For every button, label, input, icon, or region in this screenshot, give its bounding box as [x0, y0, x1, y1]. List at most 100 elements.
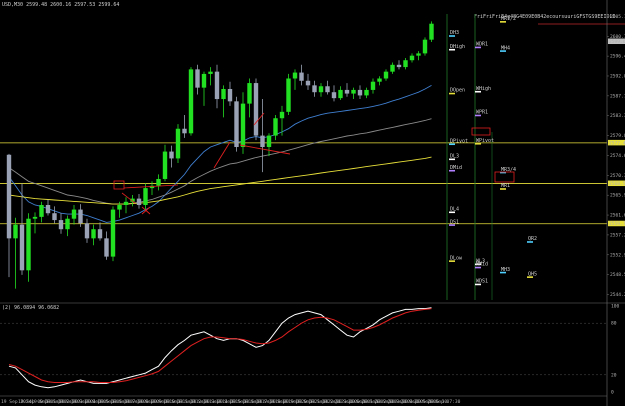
candle-body: [52, 213, 57, 221]
level-label: MR1/2: [501, 16, 516, 22]
candle-body: [104, 238, 109, 257]
annotation-arrow: [121, 192, 136, 204]
candle-body: [201, 73, 207, 88]
candle-body: [117, 205, 122, 210]
candle-body: [175, 128, 181, 159]
indicator-tick-label: 80: [611, 321, 617, 327]
price-tick-label: 2552.90: [610, 252, 625, 258]
price-tick-label: 2544.20: [610, 292, 625, 298]
level-label: WDR1: [476, 42, 488, 48]
candle-body: [39, 205, 44, 217]
candle-body: [299, 72, 304, 81]
indicator-line: [8, 307, 432, 389]
candle-body: [162, 151, 168, 179]
level-label: MR1: [501, 183, 510, 189]
price-tick-label: 2565.95: [610, 193, 625, 199]
candle-body: [279, 111, 285, 119]
candle-body: [344, 89, 350, 94]
time-axis: 19 Sep 202419 Sep 00:3019 Sep 01:3019 Se…: [1, 399, 461, 405]
indicator-line: [8, 308, 432, 383]
price-tick-label: 2557.25: [610, 232, 625, 238]
price-highlight-label: 2568.5: [609, 181, 625, 187]
level-label: WHigh: [476, 86, 491, 92]
top-right-text: FriFriFriE4g48G4E09E0B42ecoursuuriGFSTGS…: [474, 14, 615, 20]
candle-body: [32, 216, 38, 219]
price-highlight-label: 2559.7: [609, 221, 625, 227]
candle-body: [338, 89, 343, 99]
candle-body: [110, 209, 116, 257]
price-tick-label: 2548.55: [610, 272, 625, 278]
price-tick-label: 2561.60: [610, 213, 625, 219]
candle-body: [357, 89, 363, 96]
level-label: DPivot: [450, 138, 468, 144]
level-labels: DH3 MR1/2 DHigh WDR1 MH4 DOpen WHigh WPR1 DPivot…: [449, 16, 537, 286]
candle-body: [143, 188, 148, 206]
candle-body: [325, 86, 330, 93]
price-tick-label: 2605.10: [610, 14, 625, 20]
time-tick-label: 20 Sep 07:30: [427, 399, 460, 405]
candle-body: [123, 201, 129, 206]
candle-body: [156, 178, 161, 186]
price-highlight-label: 2577.4: [609, 140, 625, 146]
candle-body: [422, 39, 428, 54]
moving-average-line: [8, 156, 432, 205]
indicator-header: (2) 96.0894 96.0682: [2, 305, 59, 311]
candle-body: [416, 53, 421, 56]
price-highlight-label: 2599.6: [609, 39, 625, 45]
candle-body: [370, 81, 376, 90]
price-tick-label: 2587.70: [610, 93, 625, 99]
candle-body: [195, 69, 200, 88]
candle-body: [390, 64, 395, 72]
level-label: WMid: [476, 262, 488, 268]
candle-body: [19, 224, 25, 271]
level-label: DLow: [450, 255, 463, 261]
candle-body: [312, 85, 317, 93]
candle-body: [305, 80, 311, 86]
candle-body: [58, 220, 64, 230]
candle-body: [403, 60, 408, 68]
indicator-panel: [0, 307, 607, 389]
indicator-tick-label: 20: [611, 372, 617, 378]
level-label: DOpen: [450, 88, 465, 94]
annotations: [113, 112, 515, 215]
candle-body: [45, 205, 51, 214]
candle-body: [247, 83, 252, 104]
candle-body: [429, 23, 434, 40]
price-tick-label: 2592.05: [610, 73, 625, 79]
candle-body: [182, 128, 187, 134]
candle-body: [84, 223, 90, 239]
candle-body: [65, 218, 70, 230]
candle-body: [208, 71, 213, 74]
annotation-box: [113, 180, 125, 190]
level-label: WDS1: [476, 279, 488, 285]
annotation-arrow: [239, 144, 291, 155]
level-label: DH3: [450, 30, 459, 36]
candle-body: [221, 89, 226, 100]
candle-body: [383, 71, 389, 79]
candle-body: [260, 135, 265, 148]
moving-average-line: [8, 85, 432, 223]
annotation-arrow: [213, 141, 231, 169]
level-label: DMid: [450, 165, 462, 171]
price-tick-label: 2579.00: [610, 133, 625, 139]
moving-average-line: [8, 118, 432, 205]
candle-body: [253, 83, 259, 136]
candle-body: [273, 118, 278, 136]
level-label: MH4: [501, 45, 510, 51]
candle-body: [6, 154, 12, 239]
candle-body: [318, 86, 324, 93]
price-tick-label: 2574.65: [610, 153, 625, 159]
horizontal-levels: [0, 23, 625, 225]
level-label: QR2: [528, 236, 537, 242]
indicator-tick-label: 0: [611, 390, 614, 396]
candle-body: [78, 209, 83, 224]
level-label: WPivot: [476, 138, 494, 144]
candle-body: [286, 78, 291, 112]
candle-body: [409, 55, 415, 61]
price-tick-label: 2596.40: [610, 54, 625, 60]
candle-body: [234, 101, 239, 148]
candle-body: [364, 89, 369, 96]
level-label: DHigh: [450, 44, 465, 50]
price-tick-label: 2570.30: [610, 173, 625, 179]
level-label: DL4: [450, 206, 459, 212]
